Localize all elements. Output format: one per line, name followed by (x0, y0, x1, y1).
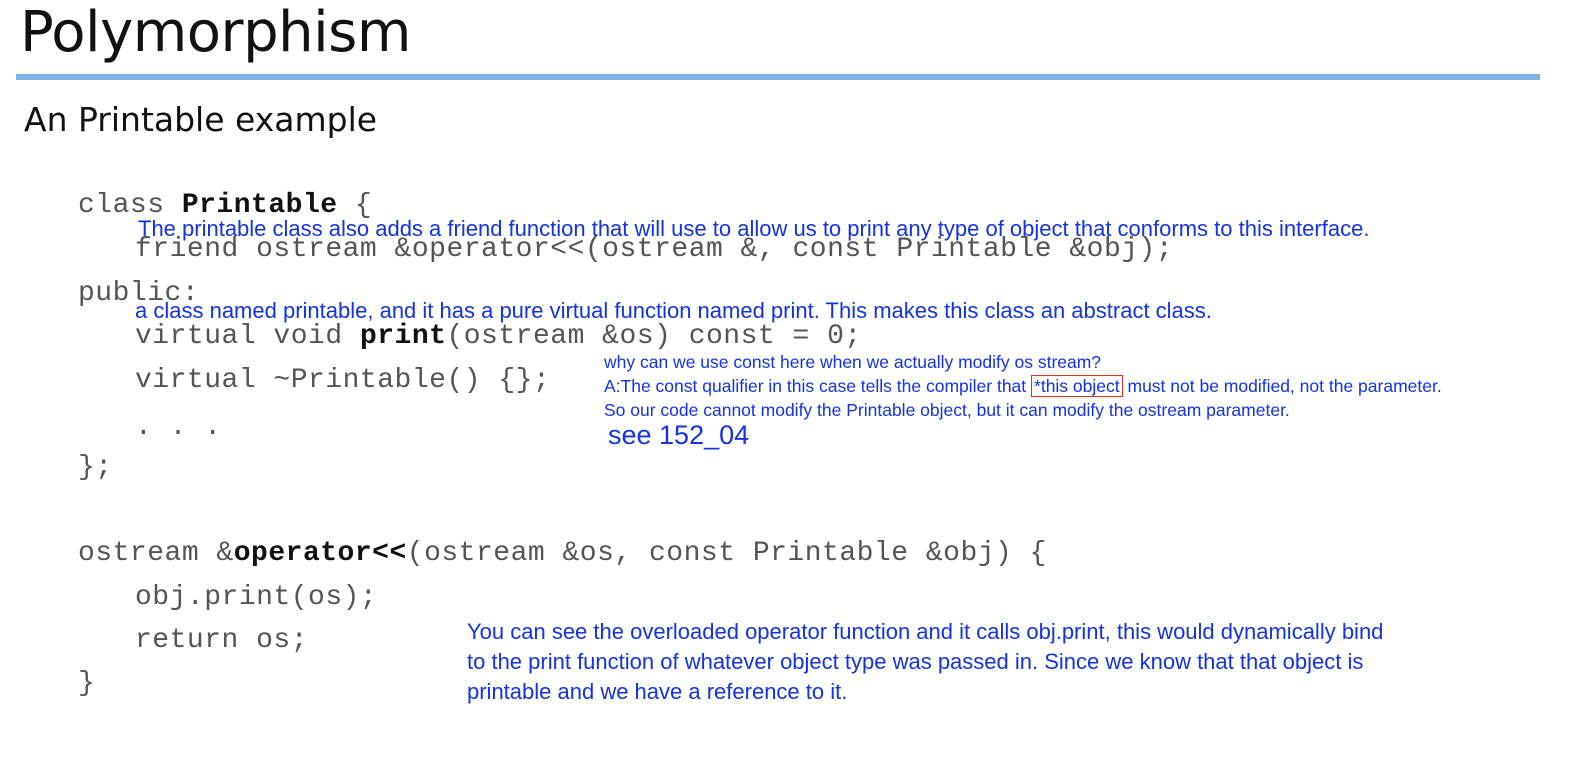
annotation-const-answer-line2: So our code cannot modify the Printable … (604, 400, 1290, 420)
title-divider (16, 74, 1540, 80)
code-operator-name: operator<< (233, 538, 407, 569)
annotation-const-answer: A:The const qualifier in this case tells… (604, 374, 1442, 398)
code-line-operator: ostream &operator<<(ostream &os, const P… (78, 538, 1047, 570)
annotation-answer-suffix: must not be modified, not the parameter. (1122, 376, 1442, 396)
slide-subtitle: An Printable example (24, 100, 378, 139)
code-line-ellipsis: . . . (135, 412, 222, 443)
annotation-class-note: a class named printable, and it has a pu… (135, 298, 1212, 323)
slide-title: Polymorphism (20, 0, 411, 65)
code-line-destructor: virtual ~Printable() {}; (135, 365, 551, 396)
annotation-see-reference: see 152_04 (608, 420, 750, 450)
annotation-answer-prefix: A:The const qualifier in this case tells… (604, 376, 1032, 396)
highlight-box: *this object (1031, 375, 1123, 397)
code-print-prefix: virtual void (135, 321, 360, 352)
annotation-operator-note-line3: printable and we have a reference to it. (467, 679, 848, 704)
annotation-operator-note-line1: You can see the overloaded operator func… (467, 619, 1384, 644)
code-operator-prefix: ostream & (78, 538, 234, 569)
code-line-return: return os; (135, 625, 309, 656)
code-line-call: obj.print(os); (135, 582, 378, 613)
code-line-fn-close: } (78, 668, 96, 699)
annotation-operator-note-line2: to the print function of whatever object… (467, 649, 1364, 674)
code-print-suffix: (ostream &os) const = 0; (446, 321, 862, 352)
annotation-const-question: why can we use const here when we actual… (604, 352, 1102, 372)
code-print-name: print (359, 321, 447, 352)
code-operator-suffix: (ostream &os, const Printable &obj) { (406, 538, 1047, 569)
code-line-class-close: }; (78, 452, 113, 483)
code-line-print: virtual void print(ostream &os) const = … (135, 321, 862, 353)
annotation-friend-note: The printable class also adds a friend f… (138, 216, 1370, 241)
